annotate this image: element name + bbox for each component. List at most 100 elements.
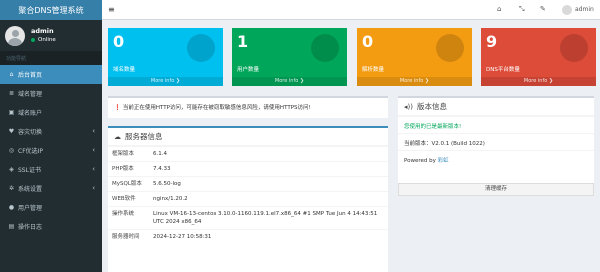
sidebar-item-label: 域名管理 [18, 91, 43, 98]
table-row: 框架版本 6.1.4 [108, 146, 388, 162]
main-content: 0 域名数量 More info ❯ 1 用户数量 More info ❯ 0 … [102, 20, 600, 272]
more-info-link[interactable]: More info ❯ [108, 77, 223, 86]
sidebar-item-label: 用户管理 [18, 205, 43, 212]
table-row: 服务器时间 2024-12-27 10:58:31 [108, 229, 388, 244]
sidebar-item-label: SSL证书 [18, 167, 41, 174]
stat-label: 解析数量 [362, 67, 385, 73]
row-value: 6.1.4 [149, 146, 388, 162]
stat-label: 域名数量 [113, 67, 136, 73]
top-header: ≡ ⌂ ⤡ ✎ admin [102, 0, 600, 20]
row-key: MySQL版本 [108, 176, 149, 192]
network-icon [560, 34, 588, 62]
sidebar-item-5[interactable]: ◈ SSL证书 ‹ [0, 160, 102, 179]
app-title[interactable]: 聚合DNS管理系统 [0, 0, 102, 20]
row-value: 2024-12-27 10:58:31 [149, 229, 388, 244]
stat-value: 0 [362, 32, 374, 51]
sidebar-item-4[interactable]: ◎ CF优选IP ‹ [0, 141, 102, 160]
warning-text: 当前正在使用HTTP访问，可能存在被窃取敏感信息风险，请使用HTTPS访问! [122, 105, 311, 111]
menu-toggle-icon[interactable]: ≡ [108, 5, 115, 14]
more-info-link[interactable]: More info ❯ [357, 77, 472, 86]
stat-box-records: 0 解析数量 More info ❯ [357, 28, 472, 86]
fullscreen-icon[interactable]: ⤡ [519, 5, 525, 14]
table-row: 操作系统 Linux VM-16-13-centos 3.10.0-1160.11… [108, 206, 388, 230]
powered-by: Powered by 彩虹 [398, 150, 594, 167]
sidebar-item-label: 容灾切换 [18, 129, 43, 136]
heart-icon: ♥ [8, 128, 15, 135]
globe-icon [436, 34, 464, 62]
sidebar-item-label: 操作日志 [18, 224, 43, 231]
panel-title: ☁ 服务器信息 [108, 128, 388, 146]
sidebar-item-3[interactable]: ♥ 容灾切换 ‹ [0, 122, 102, 141]
home-icon: ⌂ [9, 71, 14, 78]
header-username[interactable]: admin [575, 6, 594, 13]
sidebar-item-label: 后台首页 [18, 72, 43, 79]
list-icon: ≣ [8, 90, 15, 97]
globe-icon [187, 34, 215, 62]
row-key: 服务器时间 [108, 229, 149, 244]
server-info-panel: ☁ 服务器信息 框架版本 6.1.4 PHP版本 7.4.33 MySQL版本 5.6.5… [108, 126, 388, 272]
user-status-text: Online [38, 37, 56, 43]
sidebar-item-label: 系统设置 [18, 186, 43, 193]
more-info-link[interactable]: More info ❯ [232, 77, 347, 86]
sidebar-item-label: CF优选IP [18, 148, 44, 155]
sidebar-item-label: 域名账户 [18, 110, 43, 117]
header-avatar[interactable] [562, 5, 572, 15]
users-icon [311, 34, 339, 62]
stat-box-platforms: 9 DNS平台数量 More info ❯ [481, 28, 596, 86]
row-key: PHP版本 [108, 161, 149, 177]
row-key: 框架版本 [108, 146, 149, 162]
chevron-left-icon: ‹ [92, 146, 95, 154]
cogs-icon: ✲ [8, 185, 15, 192]
user-name: admin [31, 27, 54, 35]
stat-value: 0 [113, 32, 125, 51]
version-info-panel: ◂)) 版本信息 您使用的已是最新版本! 当前版本：V2.0.1 (Build … [398, 96, 594, 190]
avatar [5, 25, 25, 46]
table-row: MySQL版本 5.6.50-log [108, 176, 388, 192]
sidebar-item-6[interactable]: ✲ 系统设置 ‹ [0, 179, 102, 198]
stat-label: DNS平台数量 [486, 67, 520, 73]
sidebar-item-1[interactable]: ≣ 域名管理 [0, 84, 102, 103]
row-value: 5.6.50-log [149, 176, 388, 192]
chevron-left-icon: ‹ [92, 184, 95, 192]
powered-by-prefix: Powered by [404, 158, 438, 164]
more-info-link[interactable]: More info ❯ [481, 77, 596, 86]
sidebar-item-0[interactable]: ⌂ 后台首页 [0, 65, 102, 84]
volume-icon: ◂)) [404, 102, 413, 111]
current-version-text: 当前版本：V2.0.1 (Build 1022) [398, 133, 594, 150]
sidebar: 聚合DNS管理系统 admin Online 功能导航 ⌂ 后台首页 ≣ 域名管理 ▣ 域… [0, 0, 102, 272]
lock-icon: ▣ [8, 109, 15, 116]
sidebar-item-2[interactable]: ▣ 域名账户 [0, 103, 102, 122]
server-info-table: 框架版本 6.1.4 PHP版本 7.4.33 MySQL版本 5.6.50-log WEB… [108, 146, 388, 244]
list-alt-icon: ▤ [8, 223, 15, 230]
row-key: WEB软件 [108, 191, 149, 207]
stat-value: 9 [486, 32, 498, 51]
server-info-title: 服务器信息 [125, 132, 163, 141]
clear-cache-button[interactable]: 清理缓存 [398, 183, 594, 196]
globe-icon: ◎ [8, 147, 15, 154]
user-status: Online [31, 36, 56, 44]
row-value: nginx/1.20.2 [149, 191, 388, 207]
powered-by-link[interactable]: 彩虹 [438, 158, 449, 164]
panel-title: ◂)) 版本信息 [398, 98, 594, 116]
sidebar-item-8[interactable]: ▤ 操作日志 [0, 217, 102, 236]
sidebar-item-7[interactable]: ● 用户管理 [0, 198, 102, 217]
nav-header: 功能导航 [0, 51, 102, 65]
table-row: WEB软件 nginx/1.20.2 [108, 191, 388, 207]
stat-box-users: 1 用户数量 More info ❯ [232, 28, 347, 86]
user-panel: admin Online [0, 20, 102, 51]
stat-label: 用户数量 [237, 67, 260, 73]
stat-box-domains: 0 域名数量 More info ❯ [108, 28, 223, 86]
row-value: 7.4.33 [149, 161, 388, 177]
tools-icon[interactable]: ✎ [540, 5, 546, 13]
row-key: 操作系统 [108, 206, 149, 230]
stat-value: 1 [237, 32, 249, 51]
version-info-title: 版本信息 [416, 102, 447, 111]
chevron-left-icon: ‹ [92, 165, 95, 173]
row-value: Linux VM-16-13-centos 3.10.0-1160.119.1.… [149, 206, 388, 230]
home-icon[interactable]: ⌂ [497, 5, 501, 13]
latest-version-text: 您使用的已是最新版本! [398, 116, 594, 133]
http-warning: ❗ 当前正在使用HTTP访问，可能存在被窃取敏感信息风险，请使用HTTPS访问! [108, 96, 388, 118]
warning-icon: ❗ [114, 105, 121, 111]
user-icon: ● [8, 204, 15, 211]
chevron-left-icon: ‹ [92, 127, 95, 135]
